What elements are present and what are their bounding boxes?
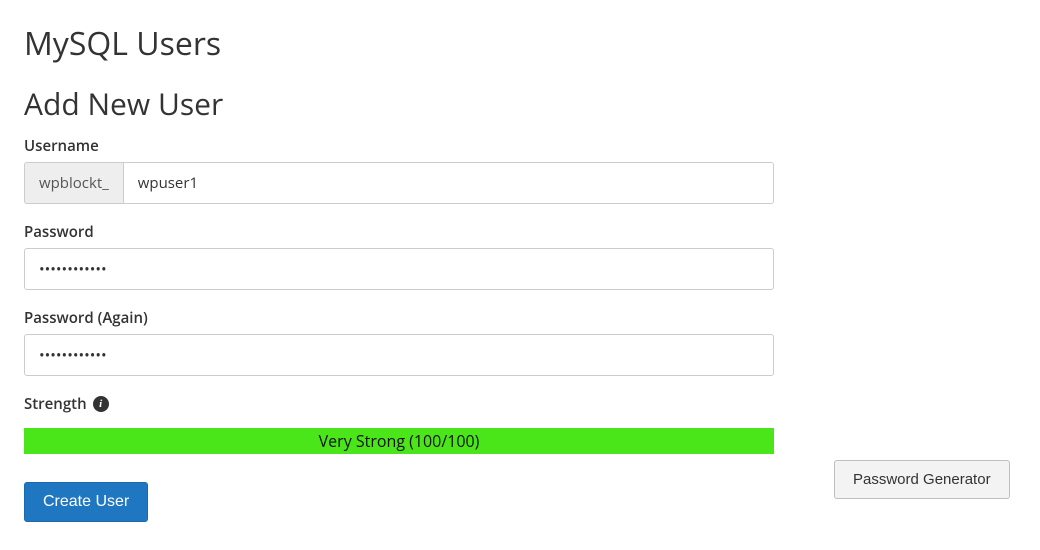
password-again-input[interactable] [24, 334, 774, 376]
username-prefix: wpblockt_ [24, 162, 123, 204]
username-input[interactable] [123, 162, 774, 204]
username-label: Username [24, 136, 1016, 156]
subsection-title: Add New User [24, 83, 1016, 124]
password-input[interactable] [24, 248, 774, 290]
section-title: MySQL Users [24, 22, 1016, 65]
password-generator-button[interactable]: Password Generator [834, 460, 1010, 499]
strength-bar: Very Strong (100/100) [24, 428, 774, 454]
password-again-label: Password (Again) [24, 308, 1016, 328]
create-user-button[interactable]: Create User [24, 482, 148, 522]
strength-label: Strength [24, 394, 87, 414]
info-icon[interactable]: i [93, 396, 109, 412]
strength-text: Very Strong (100/100) [319, 430, 480, 452]
password-label: Password [24, 222, 1016, 242]
